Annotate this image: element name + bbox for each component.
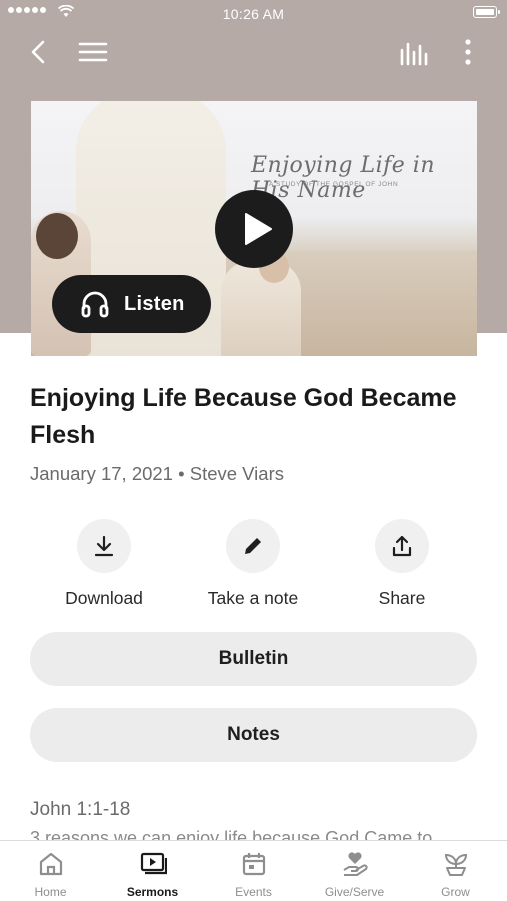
listen-label: Listen: [124, 292, 185, 315]
scripture-reference: John 1:1-18: [30, 799, 131, 820]
pencil-icon: [245, 538, 261, 554]
calendar-icon: [242, 853, 266, 876]
tab-events[interactable]: Events: [203, 841, 304, 901]
give-icon: [343, 852, 368, 876]
sermons-icon: [140, 852, 167, 875]
download-label: Download: [65, 588, 143, 608]
status-time: 10:26 AM: [222, 6, 285, 22]
tab-bar: Home Sermons Events Give/Serve Grow: [0, 840, 507, 901]
sermon-meta: January 17, 2021 • Steve Viars: [30, 463, 284, 484]
play-button[interactable]: [215, 190, 293, 268]
chevron-left-icon: [31, 40, 45, 64]
tab-label-home: Home: [34, 885, 67, 899]
share-label: Share: [378, 588, 426, 608]
tab-label-sermons: Sermons: [126, 885, 179, 899]
menu-button[interactable]: [78, 40, 108, 64]
sermon-title: Enjoying Life Because God Became Flesh: [30, 384, 457, 449]
equalizer-icon: [400, 42, 428, 66]
artwork-title: Enjoying Life in His Name: [251, 153, 436, 203]
back-button[interactable]: [28, 38, 50, 66]
bulletin-button[interactable]: Bulletin: [30, 632, 477, 686]
hamburger-icon: [78, 42, 108, 62]
battery-icon: [473, 6, 500, 18]
download-button[interactable]: Download: [29, 519, 179, 609]
tab-grow[interactable]: Grow: [405, 841, 506, 901]
tab-label-events: Events: [235, 885, 272, 899]
take-note-button[interactable]: Take a note: [178, 519, 328, 609]
home-icon: [39, 852, 63, 876]
share-icon: [392, 535, 412, 557]
tab-home[interactable]: Home: [0, 841, 101, 901]
tab-label-grow: Grow: [441, 885, 470, 899]
more-options-button[interactable]: [460, 38, 476, 66]
headphones-icon: [81, 291, 109, 318]
audio-levels-button[interactable]: [398, 40, 430, 66]
take-note-label: Take a note: [207, 588, 299, 608]
tab-label-give-serve: Give/Serve: [324, 885, 385, 899]
share-button[interactable]: Share: [327, 519, 477, 609]
play-icon: [245, 213, 272, 245]
status-bar: 10:26 AM: [0, 0, 507, 28]
notes-button[interactable]: Notes: [30, 708, 477, 762]
sprout-icon: [444, 853, 468, 876]
tab-give-serve[interactable]: Give/Serve: [304, 841, 405, 901]
tab-sermons[interactable]: Sermons: [102, 841, 203, 901]
more-vertical-icon: [465, 39, 471, 65]
listen-button[interactable]: Listen: [52, 275, 211, 333]
download-icon: [94, 535, 114, 557]
artwork-subtitle: A STUDY OF THE GOSPEL OF JOHN: [269, 181, 399, 188]
